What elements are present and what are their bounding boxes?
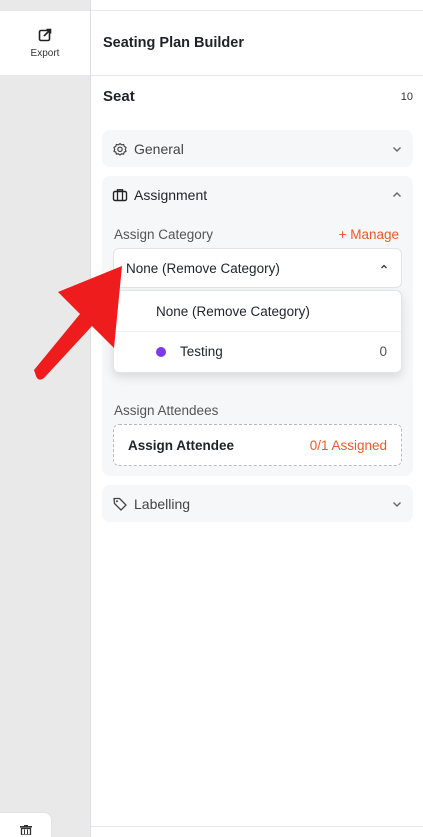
section-labelling-title: Labelling (134, 495, 191, 512)
chevron-up-icon[interactable] (391, 189, 403, 201)
annotation-arrow-icon (34, 266, 122, 380)
bottom-divider (91, 826, 423, 827)
delete-button[interactable] (0, 812, 52, 837)
page-title: Seating Plan Builder (103, 35, 244, 51)
section-general-title: General (134, 140, 184, 157)
dropdown-option[interactable]: Testing 0 (114, 331, 401, 371)
properties-panel: Seating Plan Builder Seat 10 General Ass… (91, 0, 423, 837)
assign-attendees-label: Assign Attendees (114, 403, 219, 418)
section-general[interactable]: General (102, 130, 413, 167)
export-button[interactable]: Export (0, 10, 90, 76)
export-label: Export (30, 47, 60, 59)
chevron-up-icon (379, 259, 389, 277)
assign-category-label: Assign Category (114, 227, 214, 242)
option-label: Testing (180, 344, 223, 359)
trash-icon (19, 825, 32, 835)
chevron-down-icon[interactable] (391, 143, 403, 155)
seat-count: 10 (400, 90, 413, 103)
manage-link[interactable]: + Manage (339, 227, 399, 242)
category-color-dot (156, 346, 166, 357)
dropdown-option[interactable]: None (Remove Category) (114, 291, 401, 331)
category-row: Assign Category + Manage (114, 227, 399, 242)
tag-icon (112, 496, 128, 512)
section-assignment: Assignment Assign Category + Manage None… (102, 176, 413, 476)
left-rail: Export (0, 0, 91, 837)
panel-header: Seating Plan Builder (91, 11, 423, 76)
assign-attendee-button[interactable]: Assign Attendee 0/1 Assigned (113, 424, 402, 466)
seat-header: Seat 10 (103, 88, 413, 105)
category-select[interactable]: None (Remove Category) (113, 248, 402, 288)
export-icon (38, 28, 52, 41)
option-label: None (Remove Category) (156, 303, 310, 319)
section-labelling[interactable]: Labelling (102, 485, 413, 522)
category-dropdown: None (Remove Category) Testing 0 (113, 290, 402, 373)
gear-icon (112, 141, 128, 157)
category-select-value: None (Remove Category) (126, 260, 280, 276)
section-assignment-header[interactable]: Assignment (102, 176, 413, 213)
seat-label: Seat (103, 88, 135, 105)
option-count: 0 (379, 344, 387, 359)
section-assignment-title: Assignment (134, 186, 208, 203)
chevron-down-icon[interactable] (391, 498, 403, 510)
briefcase-icon (112, 187, 128, 203)
assign-attendee-label: Assign Attendee (128, 437, 235, 453)
assigned-status: 0/1 Assigned (309, 437, 387, 453)
